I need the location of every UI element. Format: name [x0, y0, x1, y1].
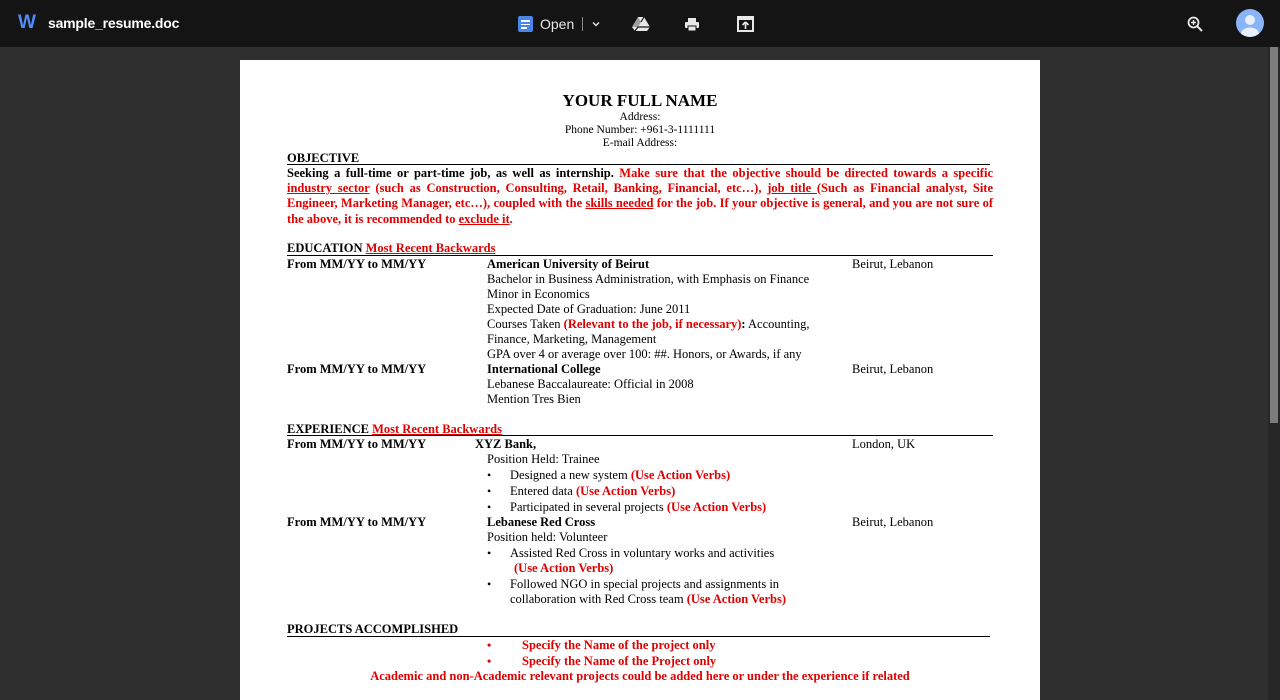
objective-link-skills-needed: skills needed	[585, 196, 654, 211]
chevron-down-icon[interactable]	[591, 19, 601, 29]
bullet-text: Designed a new system	[510, 468, 631, 482]
projects-heading: PROJECTS ACCOMPLISHED	[287, 622, 459, 636]
education-heading-line: EDUCATION Most Recent Backwards	[287, 241, 495, 256]
experience-1-company: XYZ Bank,	[475, 437, 537, 451]
education-rule	[287, 255, 993, 256]
education-heading: EDUCATION	[287, 241, 363, 255]
open-new-window-icon[interactable]	[733, 12, 757, 36]
bullet-note: (Use Action Verbs)	[686, 592, 787, 606]
objective-link-job-title: job title	[767, 181, 817, 196]
bullet-note: (Use Action Verbs)	[630, 468, 731, 482]
resume-name: YOUR FULL NAME	[562, 91, 718, 110]
bullet-text: Participated in several projects	[510, 500, 667, 514]
education-1-institution: American University of Beirut	[487, 257, 650, 271]
docs-icon	[518, 16, 533, 32]
objective-rule	[287, 164, 990, 165]
print-icon[interactable]	[680, 12, 704, 36]
projects-bullet-2: Specify the Name of the Project only	[522, 654, 717, 668]
experience-2-bullet-2-cont: collaboration with Red Cross team (Use A…	[510, 592, 786, 607]
bullet-icon: •	[487, 638, 492, 652]
objective-note-5: .	[509, 211, 513, 226]
experience-rule	[287, 435, 993, 436]
open-label: Open	[540, 16, 575, 32]
bullet-icon: •	[487, 468, 492, 482]
experience-2-dates: From MM/YY to MM/YY	[287, 515, 427, 529]
education-2-baccalaureate: Lebanese Baccalaureate: Official in 2008	[487, 377, 694, 391]
experience-2-bullet-1-note: (Use Action Verbs)	[514, 561, 614, 575]
education-1-location: Beirut, Lebanon	[852, 257, 934, 271]
objective-text: Seeking a full-time or part-time job, as…	[287, 166, 614, 180]
document-page: YOUR FULL NAME Address: Phone Number: +9…	[240, 60, 1040, 700]
education-note: Most Recent Backwards	[365, 241, 496, 255]
experience-1-location: London, UK	[852, 437, 916, 451]
bullet-icon: •	[487, 500, 492, 514]
experience-1-dates: From MM/YY to MM/YY	[287, 437, 427, 451]
experience-1-bullet-3: Participated in several projects (Use Ac…	[510, 500, 766, 515]
courses-note: (Relevant to the job, if necessary)	[563, 317, 742, 331]
open-with-button[interactable]: Open	[512, 10, 601, 38]
education-2-institution: International College	[487, 362, 601, 376]
experience-2-position: Position held: Volunteer	[487, 530, 608, 544]
education-1-graduation: Expected Date of Graduation: June 2011	[487, 302, 691, 316]
bullet-icon: •	[487, 484, 492, 498]
bullet-text: collaboration with Red Cross team	[510, 592, 687, 606]
education-1-degree: Bachelor in Business Administration, wit…	[487, 272, 810, 286]
objective-note-1: Make sure that the objective should be d…	[613, 166, 993, 180]
projects-rule	[287, 636, 990, 637]
education-1-courses-cont: Finance, Marketing, Management	[487, 332, 657, 346]
experience-2-bullet-1: Assisted Red Cross in voluntary works an…	[510, 546, 775, 560]
objective-note-2: (such as Construction, Consulting, Retai…	[369, 181, 768, 196]
resume-address: Address:	[619, 111, 661, 123]
projects-bullet-1: Specify the Name of the project only	[522, 638, 716, 652]
scrollbar-thumb[interactable]	[1270, 47, 1278, 423]
open-separator	[582, 17, 584, 31]
experience-1-bullet-2: Entered data (Use Action Verbs)	[510, 484, 675, 499]
experience-1-position: Position Held: Trainee	[487, 452, 600, 466]
objective-link-industry-sector: industry sector	[287, 181, 370, 196]
bullet-icon: •	[487, 654, 492, 668]
objective-paragraph: Seeking a full-time or part-time job, as…	[287, 166, 993, 227]
experience-note: Most Recent Backwards	[372, 422, 502, 436]
education-1-dates: From MM/YY to MM/YY	[287, 257, 427, 271]
experience-2-company: Lebanese Red Cross	[487, 515, 596, 529]
bullet-text: Entered data	[510, 484, 576, 498]
education-1-courses: Courses Taken (Relevant to the job, if n…	[487, 317, 809, 332]
bullet-icon: •	[487, 546, 492, 560]
avatar-icon[interactable]	[1236, 9, 1264, 37]
education-1-minor: Minor in Economics	[487, 287, 590, 301]
education-2-location: Beirut, Lebanon	[852, 362, 934, 376]
top-bar: W sample_resume.doc Open	[0, 0, 1280, 47]
zoom-in-icon[interactable]	[1183, 12, 1207, 36]
objective-link-exclude-it: exclude it	[458, 211, 510, 226]
resume-email: E-mail Address:	[602, 137, 678, 149]
education-1-gpa: GPA over 4 or average over 100: ##. Hono…	[487, 347, 802, 361]
bullet-icon: •	[487, 577, 492, 591]
courses-prefix: Courses Taken	[487, 317, 564, 331]
experience-2-bullet-2: Followed NGO in special projects and ass…	[510, 577, 780, 591]
word-app-icon: W	[18, 12, 36, 33]
resume-phone: Phone Number: +961-3-1111111	[564, 124, 716, 136]
file-name: sample_resume.doc	[48, 15, 180, 31]
courses-text: Accounting,	[745, 317, 810, 331]
experience-2-location: Beirut, Lebanon	[852, 515, 934, 529]
education-2-dates: From MM/YY to MM/YY	[287, 362, 427, 376]
experience-1-bullet-1: Designed a new system (Use Action Verbs)	[510, 468, 730, 483]
drive-icon[interactable]	[629, 12, 653, 36]
bullet-note: (Use Action Verbs)	[666, 500, 767, 514]
experience-heading: EXPERIENCE	[287, 422, 369, 436]
education-2-mention: Mention Tres Bien	[487, 392, 581, 406]
projects-note: Academic and non-Academic relevant proje…	[370, 669, 910, 683]
bullet-note: (Use Action Verbs)	[575, 484, 676, 498]
